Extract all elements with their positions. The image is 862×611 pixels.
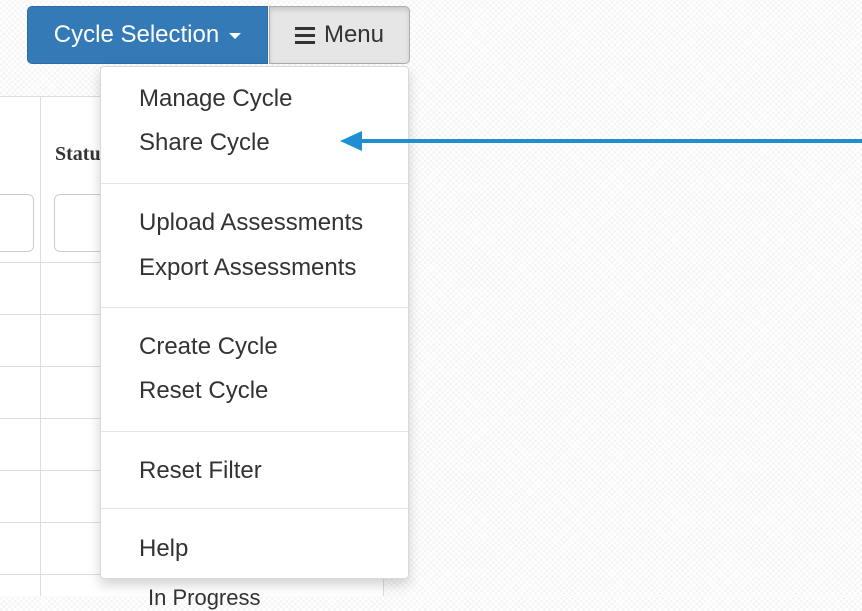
menu-divider <box>101 431 408 432</box>
menu-item-export-assessments[interactable]: Export Assessments <box>139 254 356 282</box>
column-filter-input[interactable] <box>0 194 34 252</box>
menu-item-manage-cycle[interactable]: Manage Cycle <box>139 85 292 113</box>
cycle-selection-button[interactable]: Cycle Selection <box>27 6 268 64</box>
menu-item-create-cycle[interactable]: Create Cycle <box>139 333 278 361</box>
menu-divider <box>101 307 408 308</box>
menu-button[interactable]: Menu <box>269 6 410 64</box>
menu-button-label: Menu <box>323 21 385 48</box>
menu-item-reset-filter[interactable]: Reset Filter <box>139 457 262 485</box>
menu-item-upload-assessments[interactable]: Upload Assessments <box>139 209 363 237</box>
cycle-selection-label: Cycle Selection <box>53 21 220 48</box>
status-cell: In Progress <box>148 585 261 610</box>
arrow-left-icon <box>340 131 862 151</box>
menu-item-help[interactable]: Help <box>139 535 188 563</box>
menu-divider <box>101 183 408 184</box>
table-column-divider <box>40 96 41 596</box>
caret-down-icon <box>229 33 242 39</box>
menu-item-reset-cycle[interactable]: Reset Cycle <box>139 377 268 405</box>
menu-item-share-cycle[interactable]: Share Cycle <box>139 129 270 157</box>
hamburger-icon <box>294 26 315 44</box>
menu-divider <box>101 508 408 509</box>
